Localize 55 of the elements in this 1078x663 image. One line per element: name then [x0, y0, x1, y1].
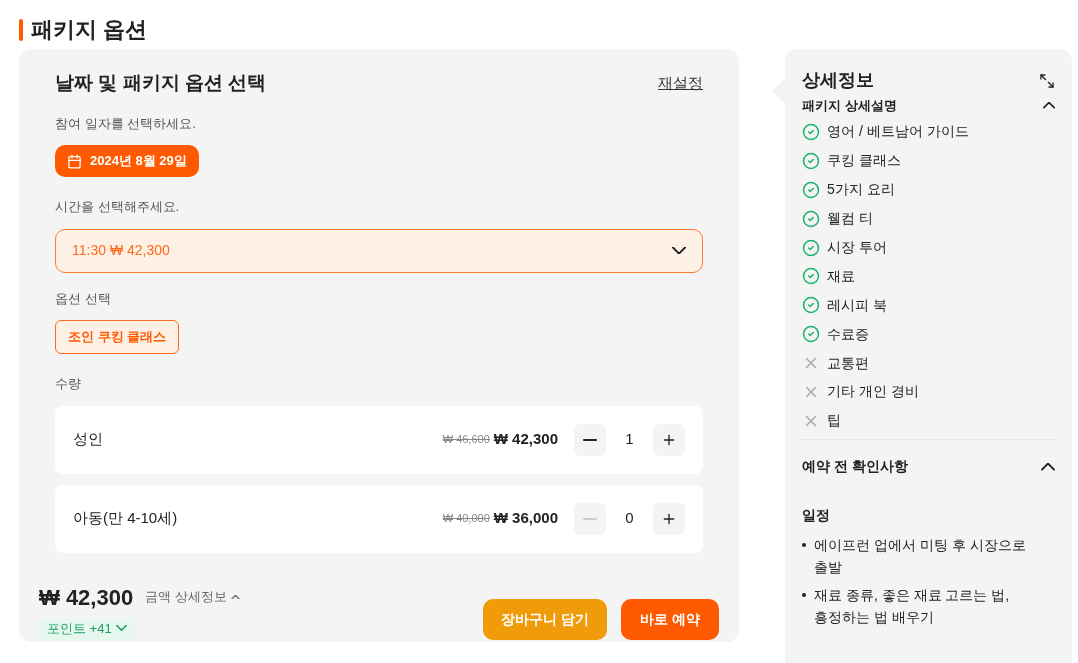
quantity-count: 0: [624, 508, 635, 529]
time-select[interactable]: 11:30 ₩ 42,300: [55, 228, 703, 273]
details-title: 상세정보: [802, 69, 874, 92]
book-now-button[interactable]: 바로 예약: [621, 598, 719, 640]
package-item: 레시피 북: [827, 295, 887, 315]
add-to-cart-button[interactable]: 장바구니 담기: [483, 598, 608, 640]
reset-link[interactable]: 재설정: [658, 72, 703, 95]
date-label: 참여 일자를 선택하세요.: [55, 114, 197, 133]
time-label: 시간을 선택해주세요.: [55, 198, 181, 216]
collapse-icon: [1041, 462, 1055, 471]
package-item: 기타 개인 경비: [827, 382, 919, 402]
chevron-down-icon: [672, 246, 686, 255]
total-price: ₩ 42,300: [39, 583, 134, 612]
quantity-count: 1: [624, 429, 635, 450]
schedule-item: 재료 종류, 좋은 재료 고르는 법, 흥정하는 법 배우기: [814, 586, 1011, 628]
collapse-icon: [1043, 102, 1055, 110]
minus-icon: [583, 517, 597, 520]
calendar-icon: [67, 153, 82, 169]
decrease-button[interactable]: [574, 423, 606, 456]
chevron-up-icon: [230, 594, 240, 600]
minus-icon: [583, 438, 597, 441]
increase-button[interactable]: [653, 502, 685, 535]
quantity-label: 수량: [55, 375, 82, 393]
package-item: 재료: [827, 266, 855, 286]
bullet-icon: [802, 593, 806, 598]
schedule-item: 에이프런 업에서 미팅 후 시장으로 출발: [814, 536, 1027, 578]
points-badge[interactable]: 포인트 +41: [39, 617, 135, 640]
ticket-type: 아동(만 4-10세): [73, 508, 179, 529]
chevron-down-icon: [115, 625, 127, 632]
expand-icon[interactable]: [1039, 72, 1055, 89]
package-item: 교통편: [827, 353, 869, 373]
package-section-title: 패키지 상세설명: [802, 97, 897, 115]
date-button[interactable]: 2024년 8월 29일: [55, 145, 199, 177]
package-item: 영어 / 베트남어 가이드: [827, 122, 969, 142]
increase-button[interactable]: [653, 423, 685, 456]
ticket-type: 성인: [73, 429, 104, 450]
original-price: ₩ 40,000: [442, 511, 490, 527]
package-item: 시장 투어: [827, 238, 887, 257]
bullet-icon: [802, 543, 806, 548]
section-title: 날짜 및 패키지 옵션 선택: [55, 71, 267, 95]
package-item: 팁: [827, 411, 841, 431]
option-chip[interactable]: 조인 쿠킹 클래스: [55, 320, 180, 354]
schedule-title: 일정: [802, 506, 831, 526]
package-item: 5가지 요리: [827, 180, 895, 200]
notice-title: 예약 전 확인사항: [802, 457, 908, 477]
price: ₩ 42,300: [493, 429, 558, 450]
package-item: 수료증: [827, 324, 869, 344]
package-item: 쿠킹 클래스: [827, 151, 901, 171]
title-accent-bar: [19, 18, 23, 41]
price-detail-toggle[interactable]: 금액 상세정보: [145, 587, 240, 607]
page-title: 패키지 옵션: [31, 16, 148, 44]
option-label: 옵션 선택: [55, 289, 112, 308]
price: ₩ 36,000: [493, 508, 558, 529]
original-price: ₩ 46,600: [442, 432, 490, 448]
package-item: 웰컴 티: [827, 209, 873, 229]
